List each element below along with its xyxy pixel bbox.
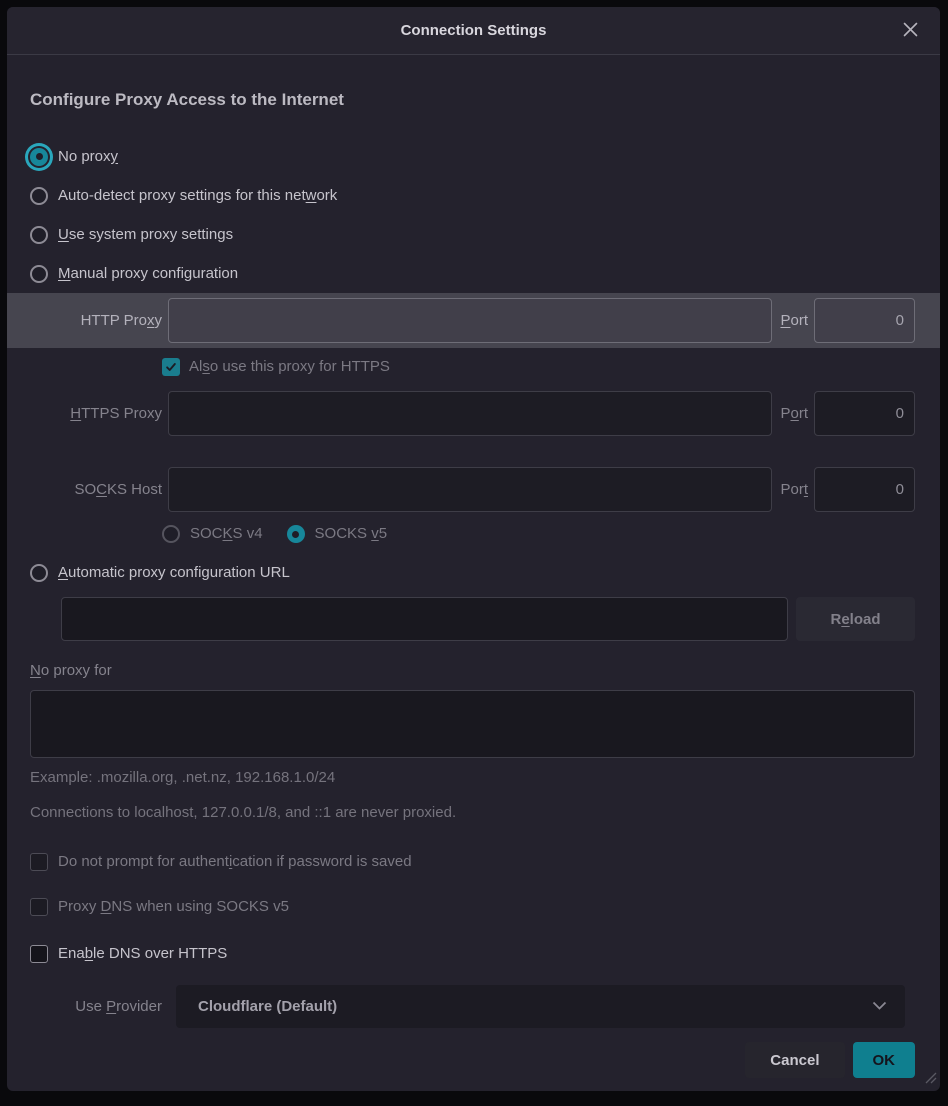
http-proxy-row: HTTP Proxy Port [7,293,940,348]
chevron-down-icon [872,998,887,1015]
checkbox-icon[interactable] [30,945,48,963]
proxy-dns-label: Proxy DNS when using SOCKS v5 [58,897,289,917]
radio-no-proxy-label: No proxy [58,147,118,167]
radio-system-proxy-label: Use system proxy settings [58,225,233,245]
radio-icon[interactable] [30,265,48,283]
checkbox-checked-icon[interactable] [162,358,180,376]
https-port-input[interactable] [814,391,915,436]
radio-icon[interactable] [30,564,48,582]
radio-manual-proxy[interactable]: Manual proxy configuration [30,254,915,293]
socks-version-radiogroup: SOCKS v4 SOCKS v5 [162,519,915,549]
http-port-label: Port [780,312,808,329]
close-button[interactable] [896,17,924,45]
radio-socks-v4-label: SOCKS v4 [190,524,263,544]
radio-autoconfig-url[interactable]: Automatic proxy configuration URL [30,553,915,592]
reload-button[interactable]: Reload [796,597,915,641]
provider-select[interactable]: Cloudflare (Default) [176,985,905,1028]
socks-host-label: SOCKS Host [30,480,162,499]
radio-icon[interactable] [30,226,48,244]
cancel-button[interactable]: Cancel [745,1042,844,1078]
doh-provider-row: Use Provider Cloudflare (Default) [30,985,915,1028]
https-proxy-label: HTTPS Proxy [30,404,162,423]
radio-manual-proxy-label: Manual proxy configuration [58,264,238,284]
socks-host-input[interactable] [168,467,772,512]
no-proxy-for-textarea[interactable] [30,690,915,758]
proxy-dns-checkbox-row[interactable]: Proxy DNS when using SOCKS v5 [30,892,915,922]
localhost-note-text: Connections to localhost, 127.0.0.1/8, a… [30,803,915,823]
https-proxy-row: HTTPS Proxy Port [30,391,915,436]
checkbox-icon[interactable] [30,898,48,916]
resize-grip[interactable] [923,1070,937,1088]
ok-button[interactable]: OK [853,1042,916,1078]
dialog-content: Configure Proxy Access to the Internet N… [7,55,940,1078]
provider-selected-value: Cloudflare (Default) [198,998,872,1015]
no-prompt-auth-label: Do not prompt for authentication if pass… [58,852,412,872]
share-proxy-label: Also use this proxy for HTTPS [189,357,390,377]
http-proxy-label: HTTP Proxy [30,311,162,330]
radio-auto-detect-label: Auto-detect proxy settings for this netw… [58,186,337,206]
radio-socks-v5-label: SOCKS v5 [315,524,388,544]
autoconfig-url-input[interactable] [61,597,788,641]
radio-autoconfig-url-label: Automatic proxy configuration URL [58,563,290,583]
radio-icon[interactable] [162,525,180,543]
https-proxy-input[interactable] [168,391,772,436]
radio-socks-v5[interactable]: SOCKS v5 [287,519,388,549]
connection-settings-dialog: Connection Settings Configure Proxy Acce… [7,7,940,1091]
checkbox-icon[interactable] [30,853,48,871]
no-proxy-for-label: No proxy for [30,661,915,681]
close-icon [902,21,919,41]
socks-port-input[interactable] [814,467,915,512]
radio-socks-v4[interactable]: SOCKS v4 [162,519,263,549]
socks-port-label: Port [780,481,808,498]
use-provider-label: Use Provider [30,997,162,1016]
page-title: Configure Proxy Access to the Internet [30,89,915,111]
radio-auto-detect[interactable]: Auto-detect proxy settings for this netw… [30,176,915,215]
proxy-mode-radiogroup: No proxy Auto-detect proxy settings for … [30,137,915,293]
doh-label: Enable DNS over HTTPS [58,944,227,964]
radio-selected-icon[interactable] [287,525,305,543]
dialog-footer: Cancel OK [30,1042,915,1078]
share-proxy-checkbox-row[interactable]: Also use this proxy for HTTPS [162,352,915,382]
http-proxy-input[interactable] [168,298,772,343]
socks-host-row: SOCKS Host Port [30,467,915,512]
http-port-input[interactable] [814,298,915,343]
radio-icon[interactable] [30,187,48,205]
radio-no-proxy[interactable]: No proxy [30,137,915,176]
https-port-label: Port [780,405,808,422]
autoconfig-url-row: Reload [61,597,915,641]
radio-selected-icon[interactable] [30,148,48,166]
doh-checkbox-row[interactable]: Enable DNS over HTTPS [30,939,915,969]
dialog-title: Connection Settings [401,22,547,39]
radio-system-proxy[interactable]: Use system proxy settings [30,215,915,254]
no-prompt-auth-checkbox-row[interactable]: Do not prompt for authentication if pass… [30,847,915,877]
dialog-titlebar: Connection Settings [7,7,940,55]
no-proxy-example-text: Example: .mozilla.org, .net.nz, 192.168.… [30,768,915,788]
